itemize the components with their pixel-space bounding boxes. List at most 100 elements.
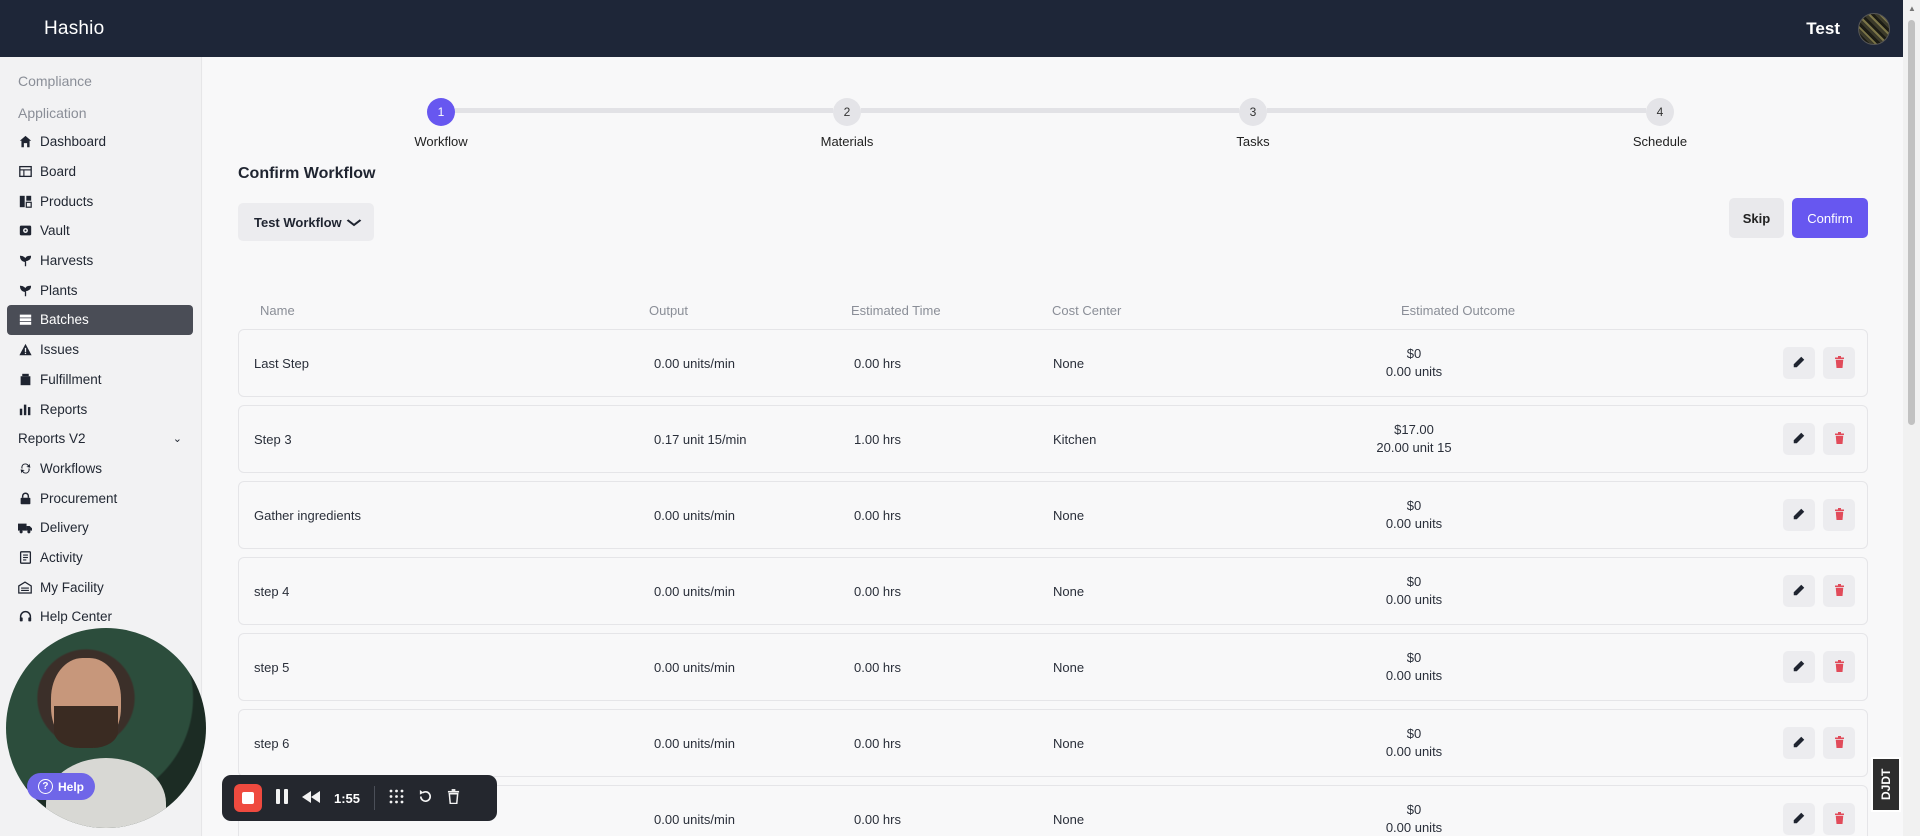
delete-button[interactable]	[1823, 803, 1855, 835]
edit-button[interactable]	[1783, 499, 1815, 531]
step-time: 0.00 hrs	[854, 811, 901, 827]
sidebar-item-fulfillment[interactable]: Fulfillment	[7, 365, 193, 395]
rewind-icon[interactable]	[302, 790, 320, 807]
column-header-estimated-time: Estimated Time	[851, 303, 941, 318]
sidebar-item-reports[interactable]: Reports	[7, 394, 193, 424]
step-outcome: $0 0.00 units	[1349, 330, 1479, 396]
table-row[interactable]: step 4 0.00 units/min 0.00 hrs None $0 0…	[238, 557, 1868, 625]
pencil-icon	[1793, 432, 1805, 447]
sidebar-item-dashboard[interactable]: Dashboard	[7, 127, 193, 157]
sidebar-item-label: Products	[40, 193, 94, 209]
sidebar-item-reports-v2[interactable]: Reports V2 ⌄	[7, 424, 193, 454]
trash-icon[interactable]	[447, 788, 460, 808]
step-cost-center: None	[1053, 507, 1085, 523]
workflow-select[interactable]: Test Workflow	[238, 203, 374, 241]
avatar[interactable]	[1858, 12, 1890, 45]
row-actions	[1783, 558, 1855, 624]
edit-button[interactable]	[1783, 727, 1815, 759]
edit-button[interactable]	[1783, 803, 1815, 835]
sidebar-item-delivery[interactable]: Delivery	[7, 513, 193, 543]
step-label: Materials	[820, 134, 874, 149]
step-materials[interactable]: 2 Materials	[787, 98, 907, 149]
step-output: 0.00 units/min	[654, 659, 735, 675]
sidebar-item-board[interactable]: Board	[7, 157, 193, 187]
edit-button[interactable]	[1783, 347, 1815, 379]
outcome-cost: $0	[1406, 650, 1422, 665]
home-icon	[18, 135, 32, 149]
recording-toolbar: 1:55	[222, 775, 497, 821]
sidebar-item-activity[interactable]: Activity	[7, 543, 193, 573]
sidebar-section-compliance[interactable]: Compliance	[0, 57, 201, 89]
outcome-cost: $17.00	[1394, 422, 1434, 437]
step-label: Schedule	[1632, 134, 1688, 149]
table-row[interactable]: Gather ingredients 0.00 units/min 0.00 h…	[238, 481, 1868, 549]
fulfillment-icon	[18, 372, 32, 386]
step-number: 2	[833, 98, 861, 126]
batches-icon	[18, 313, 32, 327]
step-tasks[interactable]: 3 Tasks	[1193, 98, 1313, 149]
recording-time: 1:55	[334, 790, 361, 806]
step-name: step 6	[254, 735, 290, 751]
sidebar-item-plants[interactable]: Plants	[7, 275, 193, 305]
skip-button[interactable]: Skip	[1729, 198, 1784, 238]
table-row[interactable]: Step 3 0.17 unit 15/min 1.00 hrs Kitchen…	[238, 405, 1868, 473]
chevron-down-icon[interactable]: ⌄	[173, 432, 182, 445]
delete-button[interactable]	[1823, 727, 1855, 759]
delete-button[interactable]	[1823, 575, 1855, 607]
trash-icon	[1834, 735, 1845, 751]
page-scrollbar[interactable]: ▲	[1903, 0, 1920, 836]
edit-button[interactable]	[1783, 423, 1815, 455]
sidebar-item-batches[interactable]: Batches	[7, 305, 193, 335]
user-menu[interactable]: Test	[1806, 12, 1890, 45]
warning-icon	[18, 343, 32, 357]
trash-icon	[1834, 659, 1845, 675]
delete-button[interactable]	[1823, 347, 1855, 379]
step-workflow[interactable]: 1 Workflow	[381, 98, 501, 149]
table-row[interactable]: step 6 0.00 units/min 0.00 hrs None $0 0…	[238, 709, 1868, 777]
scrollbar-thumb[interactable]	[1908, 20, 1915, 425]
brand-logo[interactable]: Hashio	[44, 18, 104, 40]
table-row[interactable]: Last Step 0.00 units/min 0.00 hrs None $…	[238, 329, 1868, 397]
grid-icon[interactable]	[389, 789, 404, 808]
debug-toolbar-badge[interactable]: DJDT	[1871, 757, 1901, 812]
sidebar-item-label: My Facility	[40, 579, 104, 595]
bar-chart-icon	[18, 402, 32, 416]
confirm-button[interactable]: Confirm	[1792, 198, 1868, 238]
step-time: 0.00 hrs	[854, 355, 901, 371]
edit-button[interactable]	[1783, 651, 1815, 683]
delete-button[interactable]	[1823, 499, 1855, 531]
step-schedule[interactable]: 4 Schedule	[1600, 98, 1720, 149]
step-output: 0.00 units/min	[654, 355, 735, 371]
step-outcome: $17.00 20.00 unit 15	[1349, 406, 1479, 472]
board-icon	[18, 165, 32, 179]
table-row[interactable]: step 5 0.00 units/min 0.00 hrs None $0 0…	[238, 633, 1868, 701]
delete-button[interactable]	[1823, 651, 1855, 683]
sidebar-item-label: Harvests	[40, 253, 94, 269]
sidebar-item-label: Dashboard	[40, 134, 107, 150]
pause-icon[interactable]	[276, 788, 288, 808]
sidebar-item-harvests[interactable]: Harvests	[7, 246, 193, 276]
sidebar-item-workflows[interactable]: Workflows	[7, 454, 193, 484]
scroll-up-icon[interactable]: ▲	[1908, 4, 1916, 13]
delete-button[interactable]	[1823, 423, 1855, 455]
pencil-icon	[1793, 508, 1805, 523]
stop-recording-button[interactable]	[234, 784, 262, 812]
edit-button[interactable]	[1783, 575, 1815, 607]
facility-icon	[18, 580, 32, 594]
step-name: step 5	[254, 659, 290, 675]
sidebar-item-products[interactable]: Products	[7, 186, 193, 216]
sidebar-item-vault[interactable]: Vault	[7, 216, 193, 246]
help-button[interactable]: ? Help	[27, 773, 95, 800]
harvest-icon	[18, 254, 32, 268]
sidebar-section-application[interactable]: Application	[0, 89, 201, 121]
sidebar-item-procurement[interactable]: Procurement	[7, 483, 193, 513]
sidebar-item-my-facility[interactable]: My Facility	[7, 572, 193, 602]
step-time: 0.00 hrs	[854, 583, 901, 599]
step-outcome: $0 0.00 units	[1349, 482, 1479, 548]
workflow-select-value: Test Workflow	[254, 214, 342, 230]
sidebar-item-label: Delivery	[40, 520, 89, 536]
sidebar-item-label: Plants	[40, 282, 78, 298]
sidebar-item-issues[interactable]: Issues	[7, 335, 193, 365]
pencil-icon	[1793, 812, 1805, 827]
restart-icon[interactable]	[418, 789, 433, 808]
